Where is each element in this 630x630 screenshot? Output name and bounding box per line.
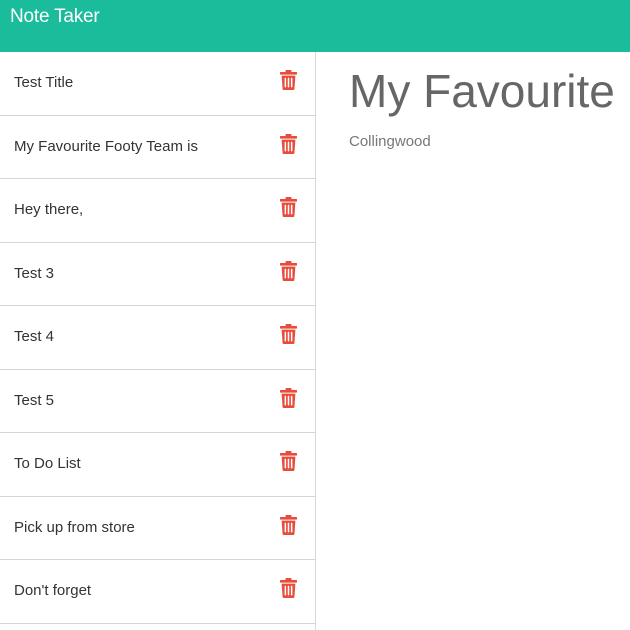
note-title: Test 5 bbox=[14, 391, 55, 409]
note-title: Hey there, bbox=[14, 201, 84, 218]
delete-note-button[interactable] bbox=[280, 578, 297, 598]
trash-icon bbox=[280, 70, 297, 90]
navbar: Note Taker bbox=[0, 0, 630, 52]
note-list-item[interactable]: Test 3 bbox=[0, 243, 315, 306]
note-text-display[interactable]: Collingwood bbox=[349, 132, 431, 152]
delete-note-button[interactable] bbox=[280, 197, 297, 217]
trash-icon bbox=[280, 133, 297, 154]
note-viewer: My Favourite Footy Team is Collingwood bbox=[317, 52, 630, 630]
delete-note-button[interactable] bbox=[280, 451, 297, 471]
note-list: Test Title My Favourite Footy Team is He… bbox=[0, 52, 315, 624]
delete-note-button[interactable] bbox=[280, 70, 297, 90]
note-title-display[interactable]: My Favourite Footy Team is bbox=[349, 64, 630, 118]
trash-icon bbox=[280, 324, 297, 344]
note-list-item[interactable]: Hey there, bbox=[0, 179, 315, 243]
note-list-item[interactable]: To Do List bbox=[0, 433, 315, 497]
note-title: Pick up from store bbox=[14, 518, 135, 536]
note-list-item[interactable]: Test Title bbox=[0, 52, 315, 116]
delete-note-button[interactable] bbox=[280, 514, 297, 535]
trash-icon bbox=[280, 514, 297, 535]
note-title: Don't forget bbox=[14, 582, 92, 599]
delete-note-button[interactable] bbox=[280, 133, 297, 154]
trash-icon bbox=[280, 387, 297, 408]
trash-icon bbox=[280, 197, 297, 217]
delete-note-button[interactable] bbox=[280, 387, 297, 408]
trash-icon bbox=[280, 578, 297, 598]
note-title: To Do List bbox=[14, 455, 81, 472]
note-title: Test 3 bbox=[14, 264, 55, 282]
note-list-item[interactable]: Pick up from store bbox=[0, 497, 315, 560]
note-list-panel: Test Title My Favourite Footy Team is He… bbox=[0, 52, 316, 630]
delete-note-button[interactable] bbox=[280, 324, 297, 344]
note-list-item[interactable]: Test 5 bbox=[0, 370, 315, 433]
brand-title[interactable]: Note Taker bbox=[10, 5, 100, 29]
trash-icon bbox=[280, 451, 297, 471]
note-title: Test Title bbox=[14, 74, 74, 91]
note-list-item[interactable]: Don't forget bbox=[0, 560, 315, 624]
note-title: My Favourite Footy Team is bbox=[14, 137, 198, 155]
trash-icon bbox=[280, 260, 297, 281]
note-list-item[interactable]: My Favourite Footy Team is bbox=[0, 116, 315, 179]
note-list-item[interactable]: Test 4 bbox=[0, 306, 315, 370]
delete-note-button[interactable] bbox=[280, 260, 297, 281]
note-title: Test 4 bbox=[14, 328, 55, 345]
